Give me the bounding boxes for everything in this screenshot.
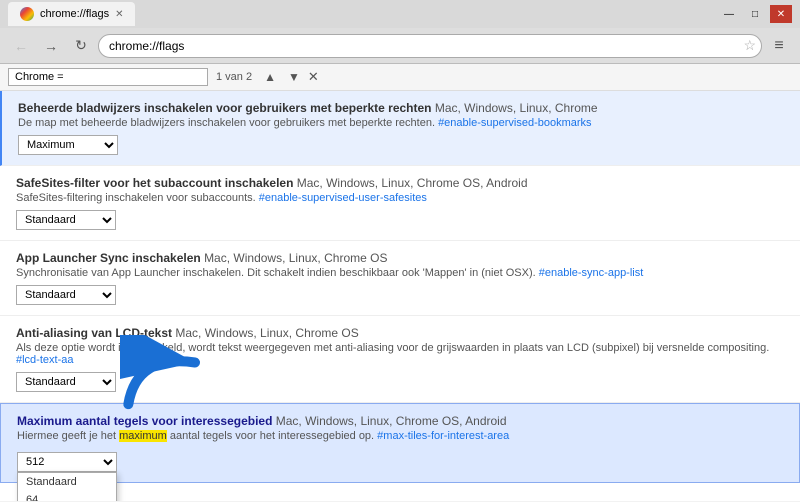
- flag-select-app-launcher[interactable]: Standaard Ingeschakeld Uitgeschakeld: [16, 285, 116, 305]
- flag-title: Beheerde bladwijzers inschakelen voor ge…: [18, 101, 784, 115]
- minimize-button[interactable]: —: [718, 5, 740, 23]
- highlight-span: maximum: [119, 430, 167, 442]
- find-bar: 1 van 2 ▲ ▼ ✕: [0, 64, 800, 91]
- flag-safesites: SafeSites-filter voor het subaccount ins…: [0, 166, 800, 241]
- flag-title: Maximum aantal tegels voor interessegebi…: [17, 414, 783, 428]
- flag-title: Anti-aliasing van LCD-tekst Mac, Windows…: [16, 326, 784, 340]
- address-bar-container: ☆: [98, 34, 762, 58]
- dropdown-option-standaard[interactable]: Standaard: [18, 473, 116, 491]
- flag-select-supervised[interactable]: Standaard Maximum: [18, 135, 118, 155]
- flag-desc: Synchronisatie van App Launcher inschake…: [16, 267, 784, 279]
- find-prev-button[interactable]: ▲: [260, 68, 280, 86]
- flag-title: SafeSites-filter voor het subaccount ins…: [16, 176, 784, 190]
- back-button[interactable]: ←: [8, 33, 34, 59]
- flag-supervised-bookmarks: Beheerde bladwijzers inschakelen voor ge…: [0, 91, 800, 166]
- flag-link[interactable]: #enable-sync-app-list: [539, 267, 644, 279]
- dropdown-container: Standaard 64 128 256 512 Standaard 64 12…: [17, 448, 117, 472]
- flag-desc: Hiermee geeft je het maximum aantal tege…: [17, 430, 783, 442]
- flag-link[interactable]: #lcd-text-aa: [16, 354, 73, 366]
- tab-close-button[interactable]: ✕: [115, 9, 123, 20]
- find-close-button[interactable]: ✕: [308, 69, 319, 85]
- chrome-menu-button[interactable]: ≡: [766, 33, 792, 59]
- flag-link[interactable]: #max-tiles-for-interest-area: [377, 430, 509, 442]
- flag-desc: Als deze optie wordt ingeschakeld, wordt…: [16, 342, 784, 366]
- find-next-button[interactable]: ▼: [284, 68, 304, 86]
- flag-link[interactable]: #enable-supervised-user-safesites: [259, 192, 427, 204]
- flag-title: App Launcher Sync inschakelen Mac, Windo…: [16, 251, 784, 265]
- flag-select-lcd[interactable]: Standaard Ingeschakeld Uitgeschakeld: [16, 372, 116, 392]
- flag-lcd-antialiasing: Anti-aliasing van LCD-tekst Mac, Windows…: [0, 316, 800, 403]
- bookmark-star-icon[interactable]: ☆: [743, 37, 756, 54]
- dropdown-option-64[interactable]: 64: [18, 491, 116, 501]
- close-button[interactable]: ✕: [770, 5, 792, 23]
- reload-button[interactable]: ↻: [68, 33, 94, 59]
- flag-max-tiles: Maximum aantal tegels voor interessegebi…: [0, 403, 800, 483]
- flag-desc: De map met beheerde bladwijzers inschake…: [18, 117, 784, 129]
- flag-select-safesites[interactable]: Standaard Ingeschakeld Uitgeschakeld: [16, 210, 116, 230]
- forward-button[interactable]: →: [38, 33, 64, 59]
- chrome-favicon-icon: [20, 7, 34, 21]
- maximize-button[interactable]: □: [744, 5, 766, 23]
- flag-link[interactable]: #enable-supervised-bookmarks: [438, 117, 591, 129]
- window-controls: — □ ✕: [718, 5, 792, 23]
- title-bar-left: chrome://flags ✕: [8, 2, 135, 26]
- title-bar: chrome://flags ✕ — □ ✕: [0, 0, 800, 28]
- flag-desc: SafeSites-filtering inschakelen voor sub…: [16, 192, 784, 204]
- flag-select-max-tiles[interactable]: Standaard 64 128 256 512: [17, 452, 117, 472]
- dropdown-open-list[interactable]: Standaard 64 128 256 512: [17, 472, 117, 501]
- address-input[interactable]: [98, 34, 762, 58]
- flags-content: Beheerde bladwijzers inschakelen voor ge…: [0, 91, 800, 501]
- toolbar: ← → ↻ ☆ ≡: [0, 28, 800, 64]
- tab-title: chrome://flags: [40, 8, 109, 20]
- flag-app-launcher: App Launcher Sync inschakelen Mac, Windo…: [0, 241, 800, 316]
- find-input[interactable]: [8, 68, 208, 86]
- find-count: 1 van 2: [212, 71, 256, 83]
- browser-tab[interactable]: chrome://flags ✕: [8, 2, 135, 26]
